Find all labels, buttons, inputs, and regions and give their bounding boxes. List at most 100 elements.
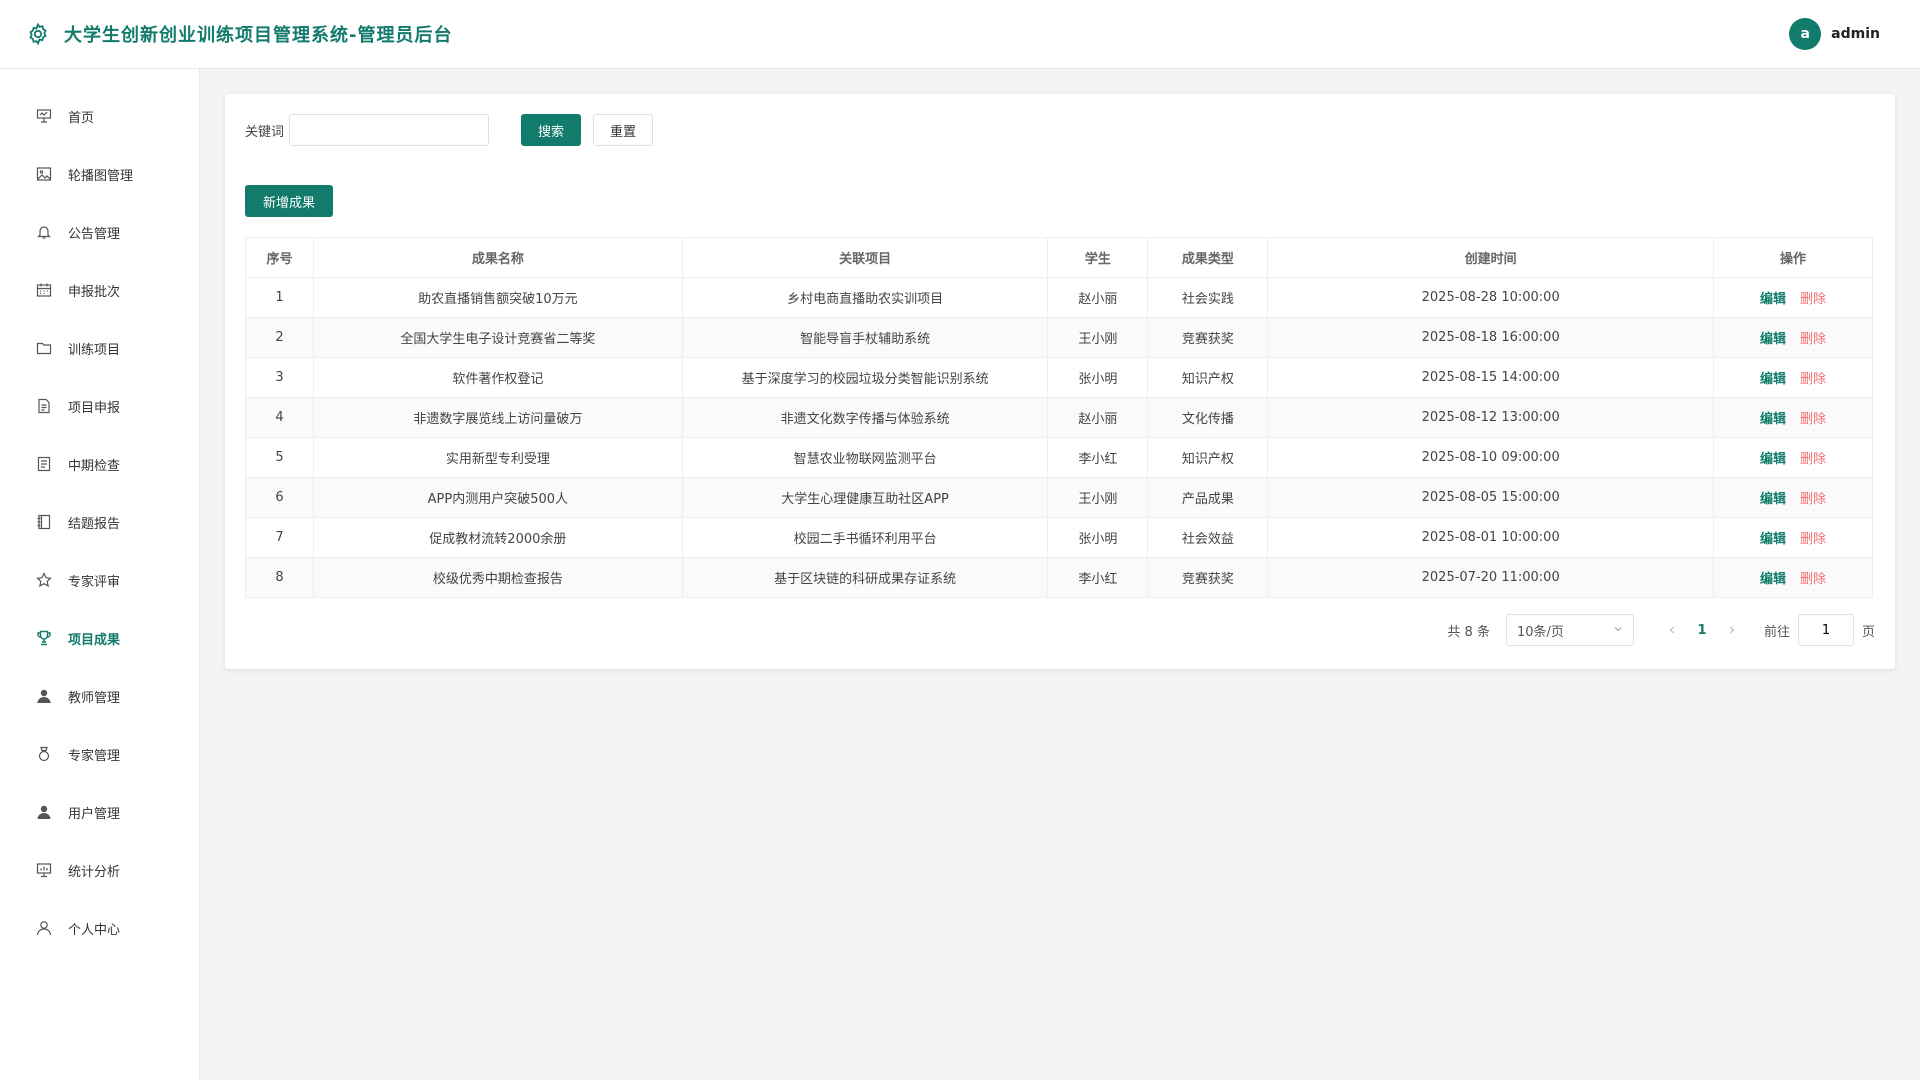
cell-student: 张小明: [1047, 517, 1149, 558]
cell-type: 社会效益: [1147, 517, 1269, 558]
sidebar-item-carousel[interactable]: 轮播图管理: [0, 154, 199, 194]
cell-type: 竞赛获奖: [1147, 557, 1269, 598]
sidebar-item-label: 统计分析: [68, 864, 121, 880]
results-table: 序号 成果名称 关联项目 学生 成果类型 创建时间 操作 1 助农直播销售额突破…: [245, 237, 1873, 598]
cell-actions: 编辑 删除: [1713, 477, 1873, 518]
page-size-select[interactable]: 10条/页: [1505, 614, 1634, 646]
sidebar-item-label: 个人中心: [68, 922, 121, 938]
page-number-1[interactable]: 1: [1686, 616, 1718, 644]
cell-created-time: 2025-08-10 09:00:00: [1267, 437, 1715, 478]
sidebar-item-teachers[interactable]: 教师管理: [0, 676, 199, 716]
user-solid-icon: [36, 688, 52, 704]
reset-button[interactable]: 重置: [593, 114, 653, 146]
cell-student: 赵小丽: [1047, 277, 1149, 318]
cell-project: 大学生心理健康互助社区APP: [681, 477, 1049, 518]
cell-actions: 编辑 删除: [1713, 517, 1873, 558]
cell-student: 赵小丽: [1047, 397, 1149, 438]
cell-type: 竞赛获奖: [1147, 317, 1269, 358]
sidebar-item-label: 申报批次: [68, 284, 121, 300]
cell-project: 基于区块链的科研成果存证系统: [681, 557, 1049, 598]
user-solid-icon: [36, 804, 52, 820]
column-header: 成果名称: [312, 237, 683, 278]
sidebar-item-final-report[interactable]: 结题报告: [0, 502, 199, 542]
column-header: 序号: [245, 237, 314, 278]
sidebar-item-project-results[interactable]: 项目成果: [0, 618, 199, 658]
column-header: 创建时间: [1267, 237, 1715, 278]
cell-actions: 编辑 删除: [1713, 357, 1873, 398]
edit-button[interactable]: 编辑: [1760, 332, 1786, 347]
delete-button[interactable]: 删除: [1800, 292, 1826, 307]
cell-project: 智能导盲手杖辅助系统: [681, 317, 1049, 358]
edit-button[interactable]: 编辑: [1760, 292, 1786, 307]
sidebar-item-label: 训练项目: [68, 342, 121, 358]
cell-project: 乡村电商直播助农实训项目: [681, 277, 1049, 318]
sidebar-item-profile[interactable]: 个人中心: [0, 908, 199, 948]
sidebar-item-experts[interactable]: 专家管理: [0, 734, 199, 774]
cell-actions: 编辑 删除: [1713, 397, 1873, 438]
search-bar: 关键词 搜索 重置: [245, 114, 653, 146]
sidebar-item-batch[interactable]: 申报批次: [0, 270, 199, 310]
sidebar-item-home[interactable]: 首页: [0, 96, 199, 136]
cell-student: 李小红: [1047, 557, 1149, 598]
delete-button[interactable]: 删除: [1800, 492, 1826, 507]
sidebar-item-training-project[interactable]: 训练项目: [0, 328, 199, 368]
results-card: 关键词 搜索 重置 新增成果 序号 成果名称 关联项目 学生 成果类型 创建时间…: [225, 94, 1895, 669]
calendar-icon: [36, 282, 52, 298]
cell-project: 非遗文化数字传播与体验系统: [681, 397, 1049, 438]
prev-page-button[interactable]: [1658, 616, 1686, 644]
sidebar-item-users[interactable]: 用户管理: [0, 792, 199, 832]
chevron-right-icon: [1730, 626, 1735, 634]
cell-index: 2: [245, 317, 314, 358]
cell-result-name: 实用新型专利受理: [312, 437, 683, 478]
goto-label: 前往: [1763, 624, 1790, 640]
sidebar-item-expert-review[interactable]: 专家评审: [0, 560, 199, 600]
delete-button[interactable]: 删除: [1800, 532, 1826, 547]
brand: 大学生创新创业训练项目管理系统-管理员后台: [26, 21, 452, 47]
username[interactable]: admin: [1831, 26, 1880, 42]
gear-icon: [26, 22, 50, 46]
cell-type: 社会实践: [1147, 277, 1269, 318]
column-header: 关联项目: [681, 237, 1049, 278]
cell-project: 校园二手书循环利用平台: [681, 517, 1049, 558]
cell-index: 1: [245, 277, 314, 318]
document-icon: [36, 398, 52, 414]
keyword-input[interactable]: [289, 114, 489, 146]
sidebar-item-label: 专家管理: [68, 748, 121, 764]
column-header: 操作: [1713, 237, 1873, 278]
edit-button[interactable]: 编辑: [1760, 532, 1786, 547]
cell-created-time: 2025-08-15 14:00:00: [1267, 357, 1715, 398]
cell-created-time: 2025-08-28 10:00:00: [1267, 277, 1715, 318]
cell-created-time: 2025-08-05 15:00:00: [1267, 477, 1715, 518]
sidebar-item-midterm[interactable]: 中期检查: [0, 444, 199, 484]
edit-button[interactable]: 编辑: [1760, 412, 1786, 427]
edit-button[interactable]: 编辑: [1760, 572, 1786, 587]
delete-button[interactable]: 删除: [1800, 332, 1826, 347]
delete-button[interactable]: 删除: [1800, 372, 1826, 387]
folder-icon: [36, 340, 52, 356]
delete-button[interactable]: 删除: [1800, 452, 1826, 467]
edit-button[interactable]: 编辑: [1760, 372, 1786, 387]
delete-button[interactable]: 删除: [1800, 572, 1826, 587]
sidebar-item-statistics[interactable]: 统计分析: [0, 850, 199, 890]
bell-icon: [36, 224, 52, 240]
user-menu[interactable]: a admin: [1789, 18, 1880, 50]
table-row: 4 非遗数字展览线上访问量破万 非遗文化数字传播与体验系统 赵小丽 文化传播 2…: [245, 397, 1873, 438]
edit-button[interactable]: 编辑: [1760, 452, 1786, 467]
sidebar-item-label: 公告管理: [68, 226, 121, 242]
page-suffix: 页: [1861, 624, 1875, 640]
avatar[interactable]: a: [1789, 18, 1822, 50]
goto-page-input[interactable]: [1797, 614, 1854, 646]
cell-type: 知识产权: [1147, 357, 1269, 398]
cell-actions: 编辑 删除: [1713, 277, 1873, 318]
edit-button[interactable]: 编辑: [1760, 492, 1786, 507]
sidebar-item-notice[interactable]: 公告管理: [0, 212, 199, 252]
search-button[interactable]: 搜索: [521, 114, 581, 146]
cell-index: 3: [245, 357, 314, 398]
page-size-value: 10条/页: [1516, 624, 1564, 640]
cell-index: 7: [245, 517, 314, 558]
sidebar-item-application[interactable]: 项目申报: [0, 386, 199, 426]
add-result-button[interactable]: 新增成果: [245, 185, 333, 217]
delete-button[interactable]: 删除: [1800, 412, 1826, 427]
next-page-button[interactable]: [1718, 616, 1746, 644]
cell-actions: 编辑 删除: [1713, 317, 1873, 358]
